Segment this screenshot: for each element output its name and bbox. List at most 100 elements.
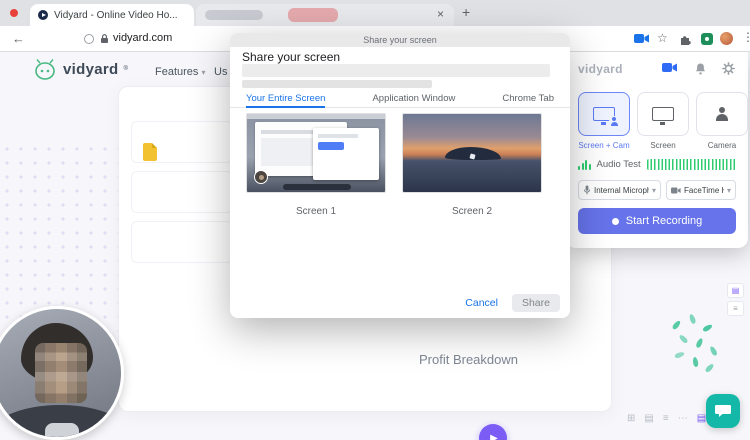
- back-button[interactable]: ←: [12, 31, 25, 46]
- bookmark-star-icon[interactable]: ☆: [657, 31, 668, 45]
- chat-widget-button[interactable]: [706, 394, 740, 428]
- microphone-icon: [583, 185, 591, 195]
- tab-strip: Vidyard - Online Video Ho... × +: [0, 0, 750, 26]
- redacted-origin-text: [242, 64, 550, 77]
- tab-title: Vidyard - Online Video Ho...: [54, 10, 178, 21]
- vidyard-extension-icon[interactable]: [701, 33, 713, 45]
- dialog-heading: Share your screen: [242, 50, 340, 64]
- chevron-down-icon: ▾: [727, 186, 731, 195]
- bell-icon[interactable]: [694, 62, 707, 75]
- camera-select[interactable]: FaceTime HD Cam... ▾: [666, 180, 736, 200]
- mode-screen-label: Screen: [635, 141, 691, 150]
- vidyard-extension-popup: vidyard Screen: [566, 52, 748, 248]
- chevron-down-icon: ▾: [652, 186, 656, 195]
- pixelated-face: [35, 343, 87, 403]
- dialog-footer: Cancel Share: [465, 294, 560, 312]
- placeholder-row: [131, 221, 233, 263]
- address-bar[interactable]: vidyard.com: [113, 32, 172, 44]
- record-dot-icon: [612, 218, 619, 225]
- share-button[interactable]: Share: [512, 294, 560, 312]
- audio-test-row: Audio Test: [578, 157, 736, 171]
- leaf-decoration: [674, 351, 685, 359]
- tab-application-window[interactable]: Application Window: [372, 91, 455, 108]
- browser-menu-icon[interactable]: ⋮: [742, 30, 750, 44]
- person-shirt: [45, 423, 79, 440]
- camera-icon: [671, 187, 681, 194]
- chat-bubble-icon: [714, 403, 732, 419]
- screen-2-thumbnail[interactable]: [402, 113, 542, 193]
- start-recording-button[interactable]: Start Recording: [578, 208, 736, 234]
- lines-icon[interactable]: ≡: [663, 413, 669, 424]
- mode-camera-label: Camera: [694, 141, 750, 150]
- extension-wordmark: vidyard: [578, 62, 623, 76]
- audio-test-label: Audio Test: [597, 159, 641, 170]
- chevron-down-icon: ▾: [201, 68, 205, 77]
- chart-toolbar: ⊞ ▤ ≡ ⋯ ▤: [627, 413, 706, 424]
- grid-icon[interactable]: ⊞: [627, 413, 635, 424]
- mode-screen-cam-card[interactable]: [578, 92, 630, 136]
- panel-icon[interactable]: ▤: [644, 413, 653, 424]
- camera-value: FaceTime HD Cam...: [684, 186, 724, 195]
- leaf-decoration: [695, 337, 704, 348]
- share-screen-dialog: Share your screen Share your screen Your…: [230, 33, 570, 318]
- person-icon: [714, 107, 730, 121]
- monitor-icon: [652, 107, 674, 121]
- audio-waveform: [647, 159, 736, 170]
- screen-thumbnails: Screen 1 Screen 2: [246, 113, 542, 217]
- leaf-decoration: [704, 363, 715, 374]
- new-tab-button[interactable]: +: [462, 4, 470, 20]
- vidyard-favicon: [38, 10, 48, 20]
- nav-use-cases-partial[interactable]: Us: [214, 66, 227, 78]
- video-play-button[interactable]: ▶: [479, 424, 507, 440]
- audio-level-icon: [578, 158, 591, 170]
- webcam-preview-bubble[interactable]: [0, 306, 124, 440]
- mode-screen-card[interactable]: [637, 92, 689, 136]
- vidyard-wordmark: vidyard: [63, 61, 118, 78]
- leaf-decoration: [678, 334, 689, 345]
- tab-second[interactable]: ×: [196, 4, 454, 26]
- redacted-tab-badge: [288, 8, 338, 22]
- cancel-button[interactable]: Cancel: [465, 297, 498, 309]
- registered-mark: ®: [123, 66, 127, 72]
- leaf-decoration: [688, 313, 696, 324]
- page-side-button[interactable]: ≡: [727, 301, 744, 316]
- close-tab-icon[interactable]: ×: [437, 7, 444, 21]
- redacted-tab-text: [205, 10, 263, 20]
- play-icon: ▶: [490, 433, 498, 440]
- record-indicator-dot: [10, 9, 18, 17]
- placeholder-row: [131, 171, 233, 213]
- more-icon[interactable]: ⋯: [678, 413, 688, 424]
- videocam-icon[interactable]: [662, 62, 678, 73]
- start-recording-label: Start Recording: [626, 215, 702, 227]
- profile-avatar[interactable]: [720, 32, 733, 45]
- screen-2-label: Screen 2: [402, 206, 542, 217]
- dialog-tab-bar: Your Entire Screen Application Window Ch…: [230, 91, 570, 108]
- microphone-value: Internal Microph...: [594, 186, 649, 195]
- extensions-puzzle-icon[interactable]: [679, 33, 692, 46]
- section-title: Profit Breakdown: [419, 352, 518, 367]
- vidyard-site-logo[interactable]: vidyard ®: [32, 58, 128, 80]
- leaf-decoration: [702, 323, 713, 332]
- mini-dock: [283, 184, 351, 190]
- monitor-camera-icon: [593, 107, 615, 121]
- chart-icon[interactable]: ▤: [697, 413, 706, 424]
- microphone-select[interactable]: Internal Microph... ▾: [578, 180, 661, 200]
- screen-1-thumbnail[interactable]: [246, 113, 386, 193]
- nav-features[interactable]: Features ▾: [155, 66, 206, 78]
- lock-icon: [100, 33, 109, 44]
- tab-entire-screen[interactable]: Your Entire Screen: [246, 91, 325, 108]
- leaf-decoration: [709, 345, 718, 356]
- mode-camera-card[interactable]: [696, 92, 748, 136]
- tab-chrome-tab[interactable]: Chrome Tab: [502, 91, 554, 108]
- page-side-button[interactable]: ▤: [727, 283, 744, 298]
- leaf-decoration: [671, 320, 681, 331]
- camera-in-use-icon[interactable]: [634, 33, 650, 44]
- leaf-decoration: [692, 357, 699, 368]
- redacted-origin-text: [242, 80, 432, 88]
- site-info-icon[interactable]: [84, 34, 94, 44]
- dialog-window-title: Share your screen: [230, 33, 570, 47]
- vidyard-robot-icon: [32, 58, 58, 80]
- tab-vidyard[interactable]: Vidyard - Online Video Ho...: [30, 4, 194, 26]
- gear-icon[interactable]: [722, 62, 735, 75]
- document-icon: [143, 143, 157, 161]
